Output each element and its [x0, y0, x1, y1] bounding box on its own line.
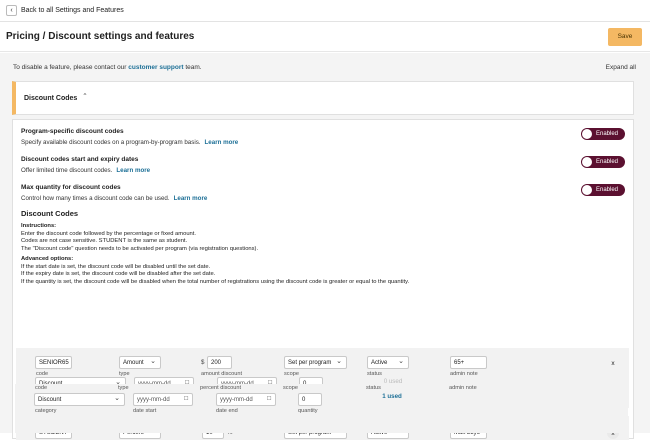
- code-input[interactable]: SENIOR65: [35, 356, 72, 369]
- scope-select[interactable]: Set per program: [284, 356, 347, 369]
- feature-max-quantity: Max quantity for discount codes Control …: [21, 184, 208, 202]
- save-button[interactable]: Save: [608, 27, 642, 46]
- remove-code-button[interactable]: x: [607, 357, 619, 369]
- page-title: Pricing / Discount settings and features: [6, 31, 195, 42]
- back-link[interactable]: Back to all Settings and Features: [21, 7, 124, 14]
- amount-input[interactable]: 200: [207, 356, 232, 369]
- quantity-input[interactable]: 0: [298, 393, 322, 406]
- toggle-knob: [582, 185, 592, 195]
- instructions: Instructions: Enter the discount code fo…: [21, 223, 259, 252]
- section-title: Discount Codes: [24, 94, 78, 102]
- learn-more-link[interactable]: Learn more: [116, 167, 150, 174]
- toggle-start-expiry[interactable]: Enabled: [581, 156, 625, 168]
- toggle-knob: [582, 157, 592, 167]
- customer-support-link[interactable]: customer support: [128, 64, 183, 71]
- disable-notice: To disable a feature, please contact our…: [13, 64, 202, 71]
- topbar: ‹ Back to all Settings and Features: [0, 0, 650, 22]
- dollar-sign: $: [201, 359, 205, 366]
- chevron-up-icon[interactable]: ⌃: [82, 92, 87, 100]
- expand-all-link[interactable]: Expand all: [606, 64, 636, 71]
- discount-code-row-continued: code type percent discount scope status …: [15, 384, 628, 433]
- date-start-input[interactable]: yyyy-mm-dd: [133, 393, 193, 406]
- toggle-program-specific[interactable]: Enabled: [581, 128, 625, 140]
- used-count: 1 used: [382, 393, 402, 400]
- admin-note-input[interactable]: 65+: [450, 356, 487, 369]
- type-select[interactable]: Amount: [119, 356, 161, 369]
- toggle-knob: [582, 129, 592, 139]
- status-select[interactable]: Active: [367, 356, 409, 369]
- discount-codes-title: Discount Codes: [21, 209, 79, 218]
- advanced-options: Advanced options: If the start date is s…: [21, 256, 410, 285]
- date-end-input[interactable]: yyyy-mm-dd: [216, 393, 276, 406]
- page-header: Pricing / Discount settings and features…: [0, 22, 650, 52]
- main-content: To disable a feature, please contact our…: [0, 53, 650, 440]
- learn-more-link[interactable]: Learn more: [174, 195, 208, 202]
- discount-codes-section-header[interactable]: Discount Codes ⌃: [12, 81, 634, 115]
- learn-more-link[interactable]: Learn more: [205, 139, 239, 146]
- feature-program-specific: Program-specific discount codes Specify …: [21, 128, 239, 146]
- back-arrow-icon[interactable]: ‹: [6, 5, 17, 16]
- category-select[interactable]: Discount: [34, 393, 125, 406]
- toggle-max-quantity[interactable]: Enabled: [581, 184, 625, 196]
- feature-start-expiry: Discount codes start and expiry dates Of…: [21, 156, 151, 174]
